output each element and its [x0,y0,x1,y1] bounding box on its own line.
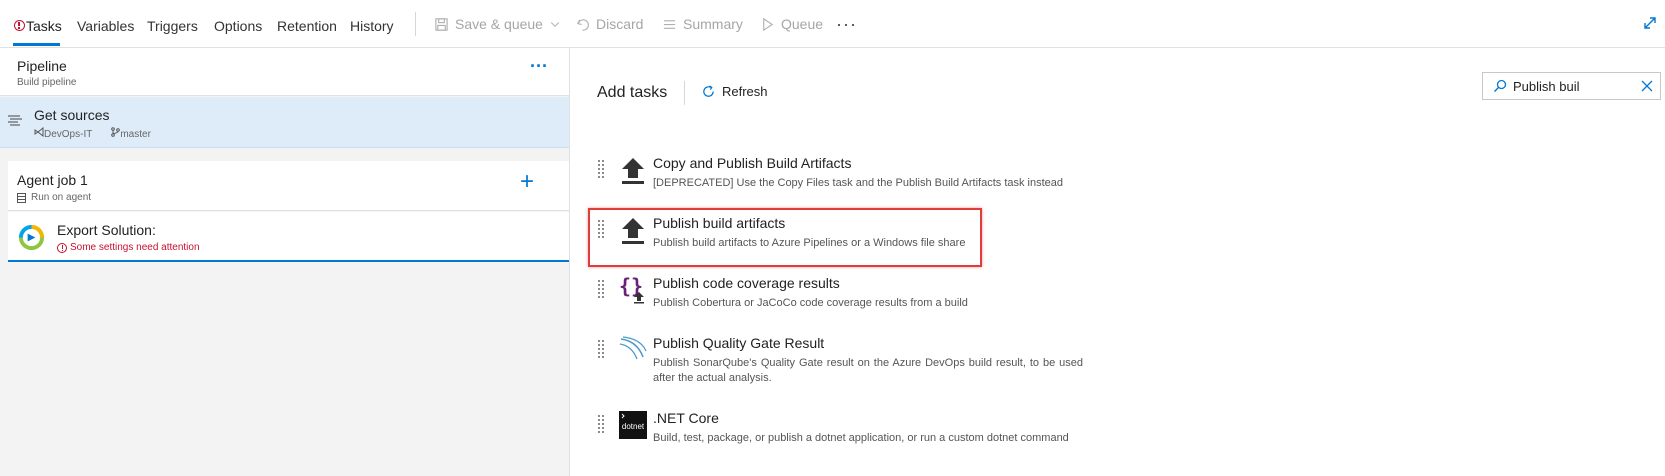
server-icon [17,192,26,203]
power-platform-icon [18,224,45,251]
branch-icon [111,127,121,137]
queue-label: Queue [781,16,824,32]
agent-job-subtitle: Run on agent [31,192,92,203]
clear-search-icon[interactable] [1640,79,1654,93]
discard-button[interactable]: Discard [575,16,643,32]
save-queue-button[interactable]: Save & queue [434,16,561,32]
tab-tasks[interactable]: Tasks [26,18,62,34]
warning-icon [14,20,25,31]
chevron-down-icon [550,22,560,27]
agent-job-title: Agent job 1 [17,172,88,188]
get-sources-item[interactable]: Get sources DevOps-IT master [0,97,569,148]
export-solution-task[interactable]: Export Solution: Some settings need atte… [8,212,569,262]
header-divider [684,81,685,105]
tab-options[interactable]: Options [214,18,262,34]
error-icon [57,242,67,253]
dotnet-icon-label: dotnet [622,422,645,431]
dotnet-icon: dotnet [619,411,647,439]
task-description: Publish SonarQube's Quality Gate result … [653,357,1083,384]
upload-icon [622,158,644,184]
drag-handle-icon[interactable] [597,414,605,436]
task-description: Build, test, package, or publish a dotne… [653,432,1069,444]
vs-repo-icon [34,126,44,138]
task-description: Publish build artifacts to Azure Pipelin… [653,237,966,249]
save-queue-label: Save & queue [455,16,543,32]
pipeline-panel: Pipeline Build pipeline ··· Get sources … [0,48,570,476]
drag-handle-icon[interactable] [597,159,605,181]
more-actions-button[interactable]: ··· [836,14,857,35]
play-icon [763,17,774,31]
drag-handle-icon[interactable] [597,279,605,301]
export-solution-title: Export Solution: [57,222,156,238]
drag-handle-icon[interactable] [597,339,605,361]
tab-triggers[interactable]: Triggers [147,18,198,34]
sonarqube-icon [619,336,647,360]
code-coverage-icon: {} [619,275,644,304]
expand-icon[interactable] [1641,14,1659,32]
branch-name: master [120,129,151,140]
add-task-button[interactable]: + [520,170,534,194]
drag-handle-icon[interactable] [597,219,605,241]
active-tab-indicator [13,43,60,46]
summary-label: Summary [683,16,743,32]
discard-label: Discard [596,16,644,32]
upload-icon [622,218,644,244]
add-tasks-title: Add tasks [597,84,668,101]
refresh-button[interactable]: Refresh [701,84,768,99]
task-search-box[interactable] [1482,72,1661,100]
export-solution-warning: Some settings need attention [70,242,200,253]
undo-icon [576,18,589,31]
agent-job-item[interactable]: Agent job 1 Run on agent + [8,161,569,211]
add-tasks-panel: Add tasks Refresh Copy and Publish Build… [571,48,1665,476]
toolbar: Tasks Variables Triggers Options Retenti… [0,0,1665,48]
queue-button[interactable]: Queue [760,16,823,32]
tab-history[interactable]: History [350,18,394,34]
summary-button[interactable]: Summary [662,16,743,32]
search-input[interactable] [1513,77,1633,95]
repo-name: DevOps-IT [44,129,93,140]
save-icon [435,17,448,31]
task-description: [DEPRECATED] Use the Copy Files task and… [653,177,1064,189]
toolbar-divider [415,12,416,36]
task-name: Publish Quality Gate Result [653,335,825,351]
tab-variables[interactable]: Variables [77,18,134,34]
pipeline-title: Pipeline [17,58,67,74]
task-name: Copy and Publish Build Artifacts [653,155,852,171]
pipeline-more-button[interactable]: ··· [530,56,548,77]
tab-retention[interactable]: Retention [277,18,337,34]
pipeline-subtitle: Build pipeline [17,77,77,88]
sources-icon [8,115,22,126]
list-icon [663,19,676,29]
get-sources-title: Get sources [34,107,110,123]
pipeline-header[interactable]: Pipeline Build pipeline ··· [0,48,569,96]
search-icon [1494,79,1507,92]
refresh-label: Refresh [722,84,768,99]
refresh-icon [703,85,714,97]
task-name: Publish code coverage results [653,275,840,291]
task-description: Publish Cobertura or JaCoCo code coverag… [653,297,968,309]
task-name: .NET Core [653,410,719,426]
task-name: Publish build artifacts [653,215,786,231]
